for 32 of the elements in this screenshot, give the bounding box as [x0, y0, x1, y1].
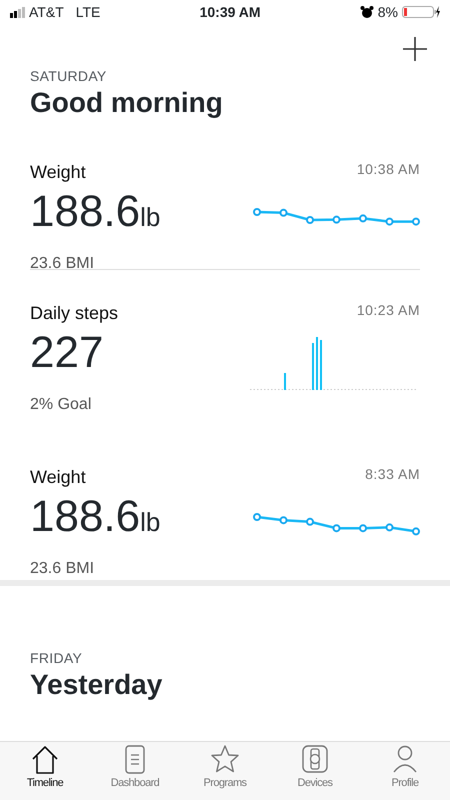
greeting-heading: Yesterday [30, 669, 164, 702]
carrier-name: AT&T [29, 2, 64, 22]
entry-title: Daily steps [30, 302, 118, 326]
entry-time: 8:33 AM [365, 465, 420, 484]
greeting-heading: Good morning [30, 87, 224, 120]
add-button[interactable] [402, 36, 428, 62]
battery-percent: 8% [378, 2, 398, 22]
tab-bar-item[interactable]: Programs [180, 742, 270, 792]
house-icon [30, 744, 60, 775]
entry-value: 188.6lb [30, 495, 160, 540]
plus-icon [402, 36, 428, 62]
entry-title: Weight [30, 161, 87, 184]
signal-icon [10, 6, 25, 18]
battery-icon [402, 5, 440, 19]
tab-bar-item[interactable]: Devices [270, 742, 360, 792]
watch-icon [300, 744, 330, 775]
entry-value: 227 [30, 331, 104, 376]
tab-bar-item[interactable]: Timeline [0, 742, 90, 792]
tab-bar-item[interactable]: Dashboard [90, 742, 180, 792]
entry-detail: 2% Goal [30, 395, 92, 416]
network-type: LTE [76, 2, 100, 22]
day-label: SATURDAY [30, 67, 108, 86]
entry-detail: 23.6 BMI [30, 559, 96, 580]
entry-time: 10:23 AM [356, 301, 420, 320]
entry-value: 188.6lb [30, 190, 160, 234]
star-icon [210, 744, 240, 775]
entry-detail: 23.6 BMI [30, 254, 96, 274]
entry-title: Weight [30, 466, 87, 490]
tab-bar-item[interactable]: Profile [360, 742, 450, 792]
day-label: FRIDAY [30, 649, 84, 668]
entry-time: 10:38 AM [356, 160, 420, 180]
status-time: 10:39 AM [200, 2, 261, 22]
